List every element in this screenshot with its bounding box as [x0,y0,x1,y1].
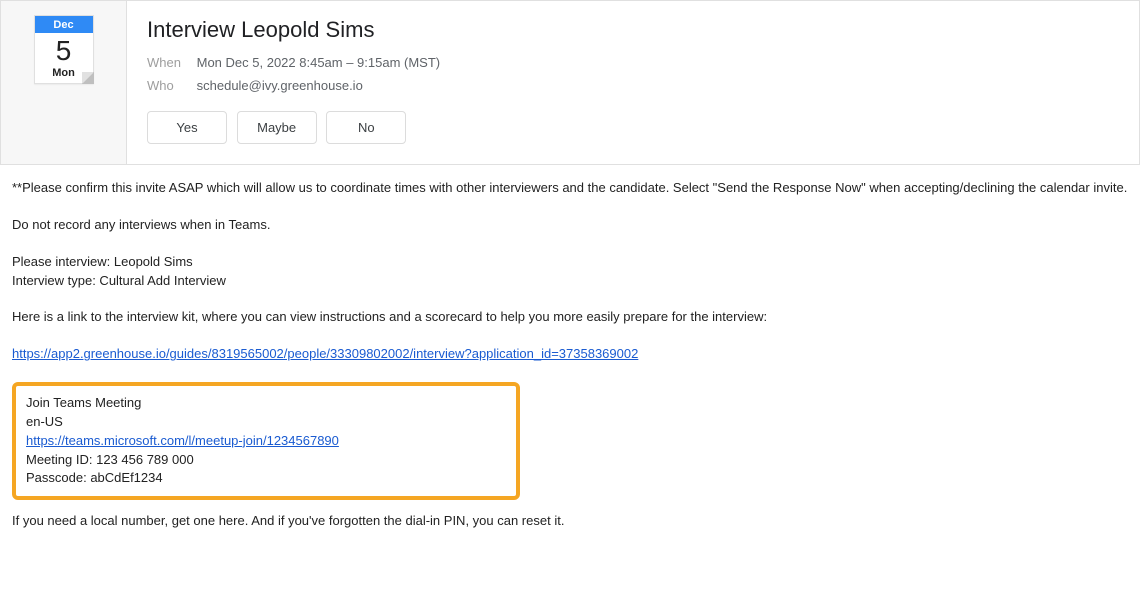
invite-header: Dec 5 Mon Interview Leopold Sims When Mo… [0,0,1140,165]
teams-passcode: Passcode: abCdEf1234 [26,469,506,488]
date-month: Dec [35,16,93,33]
date-card: Dec 5 Mon [34,15,94,84]
teams-locale: en-US [26,413,506,432]
when-row: When Mon Dec 5, 2022 8:45am – 9:15am (MS… [147,55,1119,70]
confirm-text: **Please confirm this invite ASAP which … [12,179,1128,198]
who-value: schedule@ivy.greenhouse.io [197,78,363,93]
rsvp-maybe-button[interactable]: Maybe [237,111,317,144]
kit-intro-text: Here is a link to the interview kit, whe… [12,308,1128,327]
teams-meeting-box: Join Teams Meeting en-US https://teams.m… [12,382,520,500]
who-label: Who [147,78,193,93]
teams-join-label: Join Teams Meeting [26,394,506,413]
rsvp-row: Yes Maybe No [147,111,1119,144]
teams-meeting-id: Meeting ID: 123 456 789 000 [26,451,506,470]
interview-kit-link[interactable]: https://app2.greenhouse.io/guides/831956… [12,346,638,361]
rsvp-yes-button[interactable]: Yes [147,111,227,144]
no-record-text: Do not record any interviews when in Tea… [12,216,1128,235]
rsvp-no-button[interactable]: No [326,111,406,144]
email-body: **Please confirm this invite ASAP which … [0,165,1140,541]
page-fold-icon [82,72,94,84]
when-value: Mon Dec 5, 2022 8:45am – 9:15am (MST) [197,55,441,70]
date-pane: Dec 5 Mon [1,1,127,164]
who-row: Who schedule@ivy.greenhouse.io [147,78,1119,93]
date-day: 5 [35,33,93,67]
interview-type-text: Interview type: Cultural Add Interview [12,272,1128,291]
details-pane: Interview Leopold Sims When Mon Dec 5, 2… [127,1,1139,164]
teams-meeting-link[interactable]: https://teams.microsoft.com/l/meetup-joi… [26,433,339,448]
when-label: When [147,55,193,70]
event-title: Interview Leopold Sims [147,17,1119,43]
footer-text: If you need a local number, get one here… [12,512,1128,531]
please-interview-text: Please interview: Leopold Sims [12,253,1128,272]
